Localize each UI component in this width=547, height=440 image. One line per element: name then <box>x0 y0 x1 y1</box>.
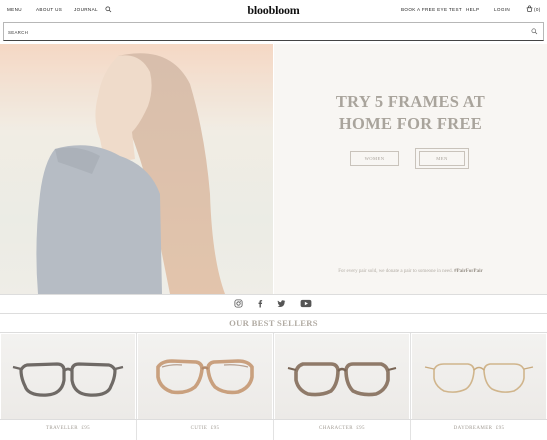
product-name: CUTIE <box>190 426 208 431</box>
hero-title-line2: HOME FOR FREE <box>338 114 483 133</box>
product-name: CHARACTER <box>319 426 353 431</box>
product-price: £95 <box>81 426 91 431</box>
product-image[interactable] <box>138 334 272 420</box>
product-image[interactable] <box>1 334 135 420</box>
book-eye-test-link[interactable]: BOOK A FREE EYE TEST <box>401 7 462 12</box>
hero-image <box>0 44 273 294</box>
hero-section: TRY 5 FRAMES AT HOME FOR FREE WOMEN MEN … <box>0 44 547 294</box>
product-image[interactable] <box>275 334 409 420</box>
hero-promo-panel: TRY 5 FRAMES AT HOME FOR FREE WOMEN MEN … <box>274 44 547 294</box>
product-label: CHARACTER £95 <box>274 426 410 431</box>
product-label: TRAVELLER £95 <box>0 426 136 431</box>
donation-note-text: For every pair sold, we donate a pair to… <box>338 269 453 274</box>
card-separator <box>136 333 137 440</box>
youtube-icon[interactable] <box>300 299 312 308</box>
product-price: £95 <box>210 426 220 431</box>
product-image[interactable] <box>412 334 546 420</box>
product-price: £95 <box>356 426 365 431</box>
shop-women-button[interactable]: WOMEN <box>350 151 399 166</box>
instagram-icon[interactable] <box>234 299 243 308</box>
facebook-icon[interactable] <box>256 299 265 308</box>
help-link[interactable]: HELP <box>466 7 479 12</box>
product-card[interactable]: CUTIE £95 <box>137 333 273 440</box>
product-label: CUTIE £95 <box>137 426 273 431</box>
shopping-bag-icon[interactable] <box>526 5 533 12</box>
product-name: DAYDREAMER <box>453 426 493 431</box>
product-card[interactable]: DAYDREAMER £95 <box>411 333 547 440</box>
divider-social <box>0 313 547 314</box>
hero-title: TRY 5 FRAMES AT HOME FOR FREE <box>274 91 547 135</box>
social-links <box>0 295 547 313</box>
top-navigation: MENU ABOUT US JOURNAL bloobloom BOOK A F… <box>0 0 547 21</box>
hero-title-line1: TRY 5 FRAMES AT <box>335 92 486 111</box>
product-card[interactable]: CHARACTER £95 <box>274 333 410 440</box>
search-input[interactable]: SEARCH <box>8 30 28 35</box>
pair-for-pair-tag[interactable]: #PairForPair <box>454 269 483 274</box>
product-label: DAYDREAMER £95 <box>411 426 547 431</box>
product-card[interactable]: TRAVELLER £95 <box>0 333 136 440</box>
brand-logo[interactable]: bloobloom <box>0 3 547 18</box>
search-bar[interactable]: SEARCH <box>3 22 544 41</box>
product-price: £95 <box>495 426 505 431</box>
divider-card-labels <box>0 419 547 420</box>
product-name: TRAVELLER <box>45 426 79 431</box>
twitter-icon[interactable] <box>277 299 286 308</box>
login-link[interactable]: LOGIN <box>494 7 510 12</box>
cart-count[interactable]: (0) <box>534 7 541 12</box>
card-separator <box>273 333 274 440</box>
search-submit-icon[interactable] <box>531 28 538 35</box>
best-sellers-title: OUR BEST SELLERS <box>229 318 318 328</box>
shop-men-button[interactable]: MEN <box>419 151 465 166</box>
card-separator <box>410 333 411 440</box>
donation-note: For every pair sold, we donate a pair to… <box>274 269 547 274</box>
